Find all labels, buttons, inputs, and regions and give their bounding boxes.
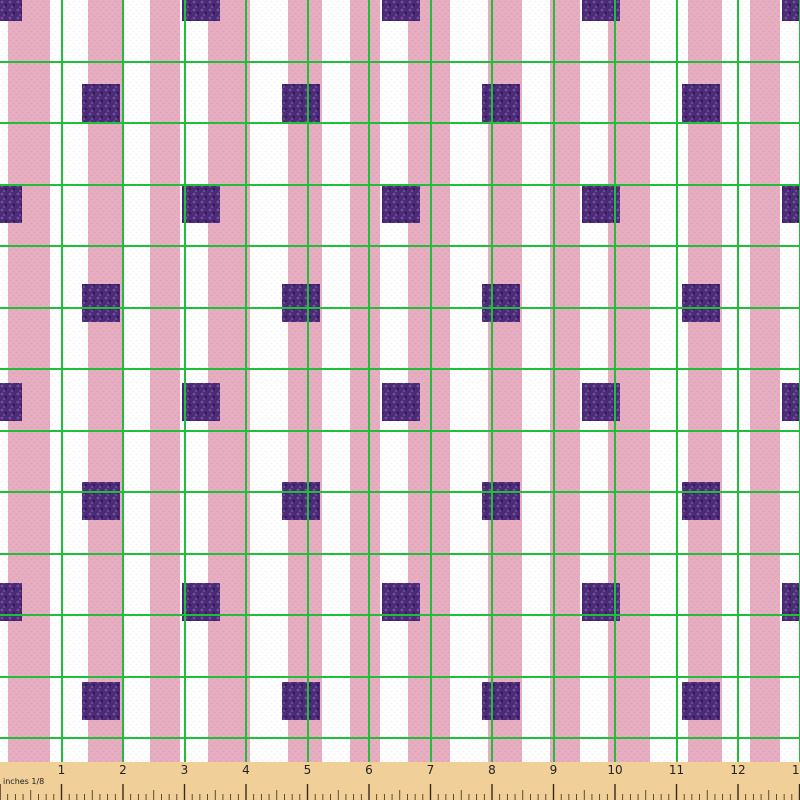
ruler-number: 8 (488, 763, 496, 777)
glitter-square (182, 383, 220, 421)
glitter-square (482, 284, 520, 322)
ruler-number: 1 (58, 763, 66, 777)
glitter-square (382, 383, 420, 421)
glitter-square (82, 482, 120, 520)
ruler-number: 12 (730, 763, 745, 777)
fabric-pattern-canvas: inches 1/8 12345678910111213 (0, 0, 800, 800)
glitter-square (82, 682, 120, 720)
ruler-number: 10 (607, 763, 622, 777)
inch-ruler: inches 1/8 12345678910111213 (0, 762, 800, 800)
glitter-square (282, 682, 320, 720)
glitter-square (782, 0, 800, 21)
glitter-square (0, 0, 22, 21)
glitter-square (482, 84, 520, 122)
glitter-square (482, 682, 520, 720)
ruler-unit-label: inches 1/8 (3, 777, 44, 786)
ruler-number: 2 (119, 763, 127, 777)
glitter-square (82, 84, 120, 122)
ruler-number: 13 (792, 763, 800, 777)
fabric-swatch: inches 1/8 12345678910111213 (0, 0, 800, 800)
ruler-number: 4 (242, 763, 250, 777)
glitter-square (182, 0, 220, 21)
glitter-square (182, 185, 220, 223)
glitter-square (82, 284, 120, 322)
glitter-square (682, 84, 720, 122)
ruler-number: 11 (669, 763, 684, 777)
glitter-square (382, 0, 420, 21)
glitter-square (682, 482, 720, 520)
ruler-number: 7 (427, 763, 435, 777)
glitter-square (282, 482, 320, 520)
glitter-square (782, 383, 800, 421)
glitter-square (0, 185, 22, 223)
ruler-number: 9 (550, 763, 558, 777)
glitter-square (382, 185, 420, 223)
ruler-number: 3 (181, 763, 189, 777)
glitter-square (282, 84, 320, 122)
glitter-square (0, 383, 22, 421)
ruler-number: 6 (365, 763, 373, 777)
glitter-square (782, 185, 800, 223)
ruler-number: 5 (304, 763, 312, 777)
glitter-square (282, 284, 320, 322)
glitter-square (682, 284, 720, 322)
glitter-square (482, 482, 520, 520)
glitter-square (682, 682, 720, 720)
